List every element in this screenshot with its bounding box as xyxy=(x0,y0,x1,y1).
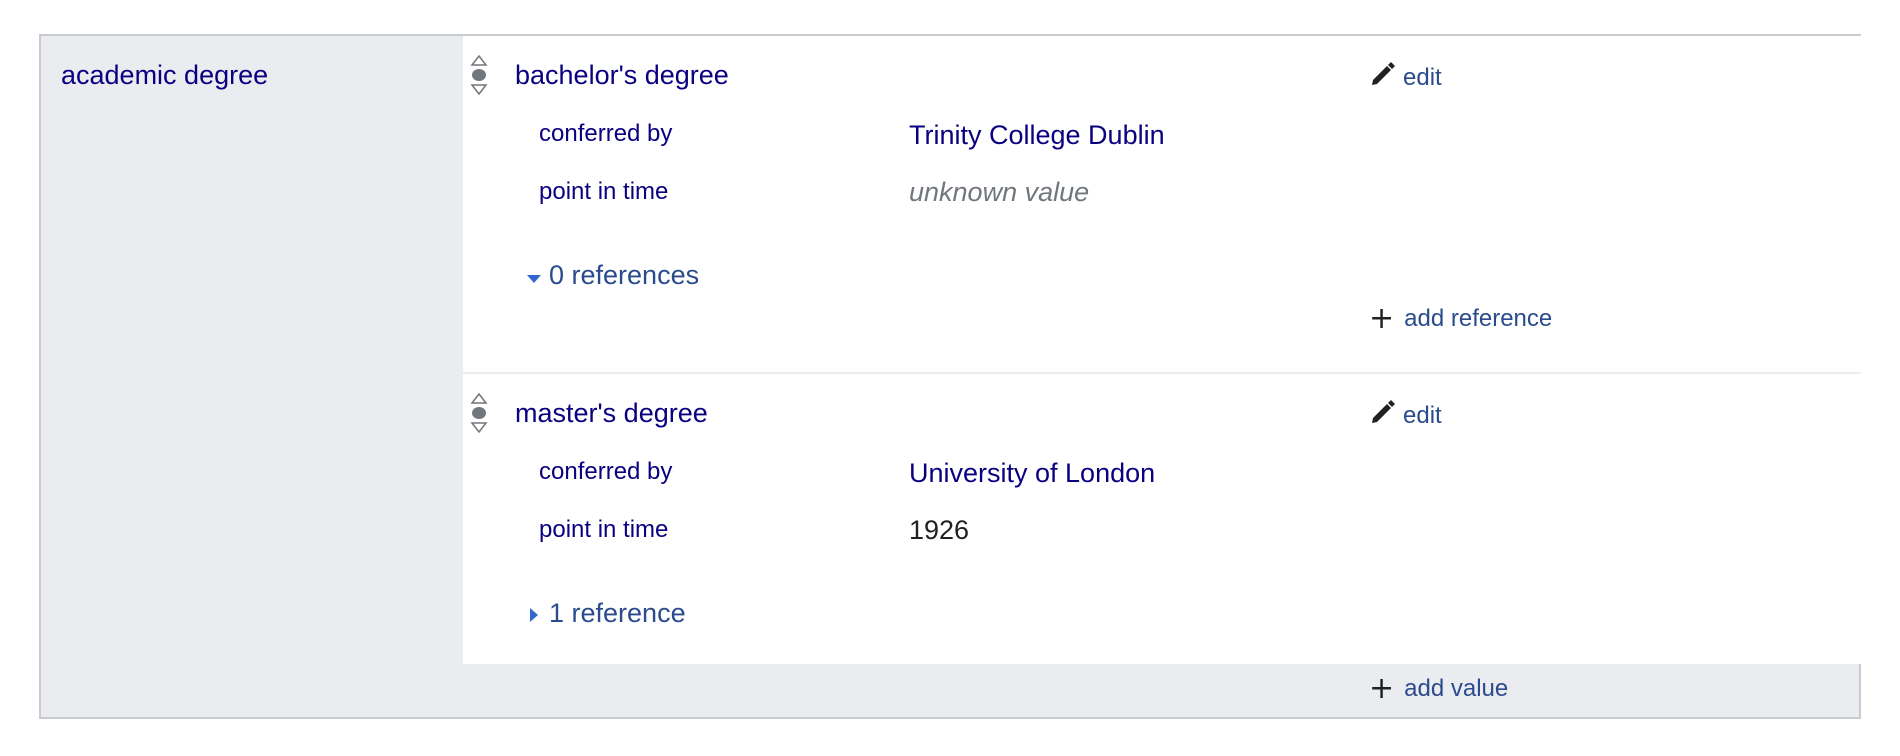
triangle-right-icon xyxy=(527,598,541,629)
qualifier-value[interactable]: University of London xyxy=(909,458,1155,489)
add-reference-label: add reference xyxy=(1404,305,1553,332)
references-label: 0 references xyxy=(549,260,700,290)
qualifier-property[interactable]: point in time xyxy=(539,178,668,206)
pencil-icon xyxy=(1369,398,1397,433)
qualifier-property[interactable]: conferred by xyxy=(539,120,672,148)
qualifier-property[interactable]: point in time xyxy=(539,516,668,544)
rank-selector-icon[interactable] xyxy=(469,392,489,434)
qualifier-value: unknown value xyxy=(909,177,1090,207)
edit-button[interactable]: edit xyxy=(1369,398,1442,433)
statement-list: bachelor's degree edit conferred by Trin… xyxy=(463,36,1861,664)
references-toggle[interactable]: 0 references xyxy=(527,260,699,291)
add-value-button[interactable]: + add value xyxy=(1369,674,1508,704)
qualifier-property[interactable]: conferred by xyxy=(539,458,672,486)
statement-group: academic degree bachelor's degree edit c… xyxy=(39,34,1861,719)
add-value-label: add value xyxy=(1404,675,1509,702)
statement: master's degree edit conferred by Univer… xyxy=(463,374,1861,664)
edit-label: edit xyxy=(1403,63,1442,91)
property-label[interactable]: academic degree xyxy=(61,60,268,91)
qualifier-value[interactable]: Trinity College Dublin xyxy=(909,120,1165,151)
statement-value[interactable]: bachelor's degree xyxy=(515,60,729,91)
plus-icon: + xyxy=(1369,301,1395,336)
edit-label: edit xyxy=(1403,401,1442,429)
references-toggle[interactable]: 1 reference xyxy=(527,598,686,629)
plus-icon: + xyxy=(1369,671,1395,706)
edit-button[interactable]: edit xyxy=(1369,60,1442,95)
triangle-down-icon xyxy=(527,260,541,291)
pencil-icon xyxy=(1369,60,1397,95)
statement: bachelor's degree edit conferred by Trin… xyxy=(463,36,1861,374)
qualifier-value: 1926 xyxy=(909,515,970,545)
add-reference-button[interactable]: + add reference xyxy=(1369,304,1552,334)
references-label: 1 reference xyxy=(549,598,686,628)
statement-value[interactable]: master's degree xyxy=(515,398,708,429)
rank-selector-icon[interactable] xyxy=(469,54,489,96)
